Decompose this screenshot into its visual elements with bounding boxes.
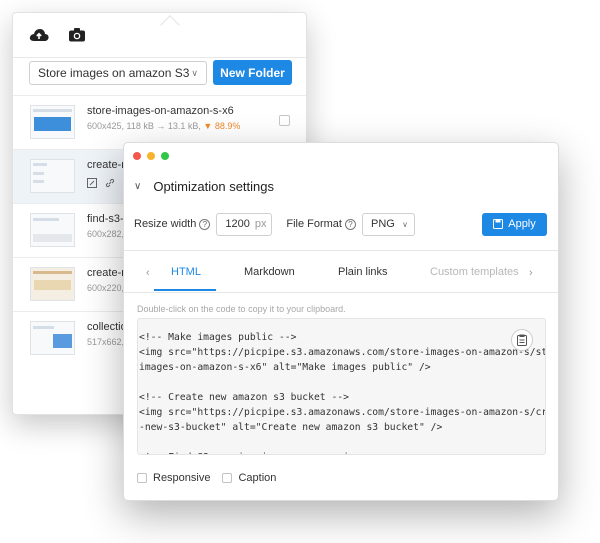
tab-markdown[interactable]: Markdown [244,266,295,278]
app-stage: Store images on amazon S3 ∨ New Folder s… [0,0,600,543]
tab-html[interactable]: HTML [171,266,201,278]
width-unit: px [254,218,267,230]
image-thumbnail [30,321,75,355]
code-output[interactable]: <!-- Make images public --> <img src="ht… [137,318,546,455]
chevron-left-icon[interactable]: ‹ [146,267,150,279]
image-thumbnail [30,159,75,193]
link-icon[interactable] [105,178,115,188]
item-size: 600x425, 118 kB → 13.1 kB, [87,121,201,131]
chevron-down-icon: ∨ [191,67,198,78]
file-format-select[interactable]: PNG ∨ [361,212,415,236]
item-meta: 600x425, 118 kB → 13.1 kB, ▼ 88.9% [87,121,240,131]
close-window-button[interactable] [133,152,141,160]
checkbox-box[interactable] [137,473,147,483]
divider [124,292,558,293]
caption-checkbox[interactable]: Caption [222,472,276,484]
responsive-label: Responsive [153,472,211,484]
cloud-upload-icon[interactable] [29,25,49,45]
folder-select[interactable]: Store images on amazon S3 ∨ [29,61,207,85]
responsive-checkbox[interactable]: Responsive [137,472,210,484]
item-name: store-images-on-amazon-s-x6 [87,105,234,117]
camera-icon[interactable] [67,25,87,45]
new-folder-button[interactable]: New Folder [213,60,292,85]
image-thumbnail [30,105,75,139]
window-controls [133,152,169,160]
image-thumbnail [30,213,75,247]
settings-title: Optimization settings [153,179,274,194]
resize-width-input[interactable]: 1200 px [216,212,273,236]
list-item[interactable]: store-images-on-amazon-s-x6 600x425, 118… [13,95,306,149]
apply-label: Apply [508,218,536,230]
format-value: PNG [370,218,395,230]
help-icon[interactable]: ? [199,218,211,230]
resize-width-label: Resize width [134,218,197,230]
divider [124,250,558,251]
help-icon[interactable]: ? [344,218,356,230]
width-value: 1200 [225,218,250,230]
item-checkbox[interactable] [279,115,290,126]
copy-icon [517,334,527,346]
chevron-down-icon: ∨ [402,219,408,229]
tab-plain-links[interactable]: Plain links [338,266,388,278]
chevron-right-icon[interactable]: › [529,267,533,279]
item-name: find-s3- [87,213,124,225]
image-thumbnail [30,267,75,301]
popover-notch [160,15,180,35]
settings-header[interactable]: ∨ Optimization settings [134,179,274,194]
zoom-window-button[interactable] [161,152,169,160]
folder-select-value: Store images on amazon S3 [38,66,190,80]
item-name: create-n [87,267,128,279]
item-savings: ▼ 88.9% [203,121,241,131]
panel-toolbar [29,25,87,45]
output-tabs: ‹ HTML Markdown Plain links Custom templ… [124,256,558,292]
tab-custom-templates[interactable]: Custom templates [430,266,519,278]
checkbox-box[interactable] [222,473,233,483]
item-name: create-n [87,159,128,171]
file-format-label: File Format [286,218,342,230]
optimization-window: ∨ Optimization settings Resize width ? 1… [123,142,559,501]
divider [13,57,306,58]
edit-icon[interactable] [87,178,97,188]
settings-row: Resize width ? 1200 px File Format ? PNG… [134,212,547,236]
active-tab-indicator [154,289,216,291]
save-icon [493,219,504,229]
minimize-window-button[interactable] [147,152,155,160]
copy-hint: Double-click on the code to copy it to y… [137,304,346,314]
apply-button[interactable]: Apply [482,212,547,236]
copy-button[interactable] [511,329,533,351]
chevron-down-icon: ∨ [134,181,142,192]
options-row: Responsive Caption [137,472,288,484]
code-text[interactable]: <!-- Make images public --> <img src="ht… [139,330,545,454]
caption-label: Caption [238,472,277,484]
item-size: 517x662, [87,337,125,347]
item-size: 600x220, [87,283,125,293]
item-size: 600x282, [87,229,125,239]
